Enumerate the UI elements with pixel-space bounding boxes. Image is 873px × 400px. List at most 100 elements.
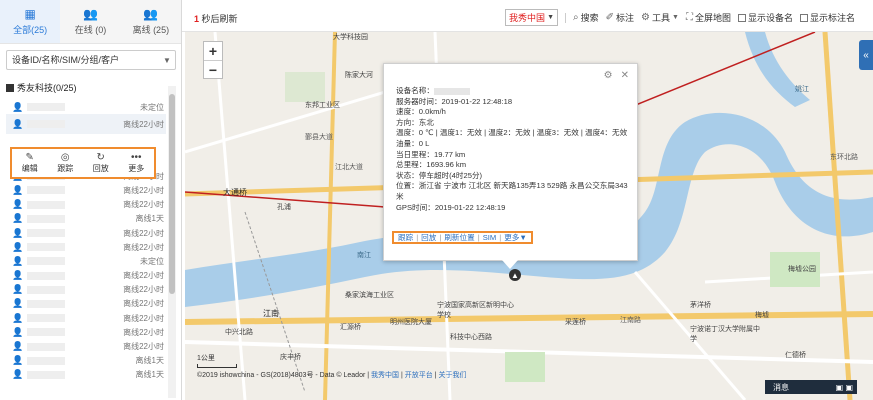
list-item[interactable]: 👤 离线22小时 — [6, 226, 166, 240]
mark-button[interactable]: ✐ 标注 — [606, 11, 634, 24]
zoom-in-button[interactable]: + — [204, 42, 222, 60]
list-item[interactable]: 👤 离线22小时 — [6, 269, 166, 283]
map-toolbar: 1 秒后刷新 我秀中国 ▼ ⌕ 搜索 ✐ 标注 ⚙ 工具 ▼ ⛶ 全屏地图 显示… — [182, 0, 873, 32]
show-device-name-checkbox[interactable]: 显示设备名 — [737, 11, 793, 24]
more-link[interactable]: 更多▼ — [504, 232, 527, 243]
map-label: 陈家大河 — [345, 72, 373, 79]
scrollbar-thumb[interactable] — [169, 94, 175, 294]
list-item[interactable]: 👤 离线22小时 — [6, 283, 166, 297]
fullscreen-label: 全屏地图 — [694, 13, 731, 23]
list-item[interactable]: 👤 离线1天 — [6, 368, 166, 382]
grid-icon: ▦ — [24, 7, 36, 21]
tab-offline[interactable]: 👥 离线 (25) — [121, 0, 181, 43]
edit-button[interactable]: ✎ 编辑 — [12, 149, 48, 177]
more-icon: ••• — [130, 152, 142, 163]
map-label: 明州医院大厦 — [390, 319, 432, 326]
map-label: 南江 — [357, 252, 371, 259]
list-item[interactable]: 👤 离线22小时 — [6, 183, 166, 197]
gear-icon[interactable]: ⚙ — [604, 70, 613, 81]
device-status: 离线22小时 — [123, 119, 164, 129]
device-name-blurred — [27, 120, 66, 129]
message-label: 消息 — [773, 382, 789, 392]
status-tabs: ▦ 全部(25) 👥 在线 (0) 👥 离线 (25) — [0, 0, 181, 44]
list-item[interactable]: 👤 未定位 — [6, 254, 166, 268]
map-label: 宁波国家高新区新明中心学校 — [437, 302, 514, 319]
list-item[interactable]: 👤 离线22小时 — [6, 311, 166, 325]
device-name-blurred — [27, 103, 66, 112]
device-name-blurred — [27, 200, 66, 209]
person-icon: 👤 — [12, 255, 24, 266]
track-button[interactable]: ◎ 跟踪 — [48, 149, 84, 177]
popup-gps-time: GPS时间：2019-01-22 12:48:19 — [396, 202, 506, 212]
device-status: 离线1天 — [135, 214, 164, 224]
device-status: 离线22小时 — [123, 299, 164, 309]
device-name-blurred — [27, 243, 66, 252]
list-item[interactable]: 👤 离线22小时 — [6, 240, 166, 254]
window-controls-icon[interactable]: ▣ ▣ — [836, 383, 853, 392]
tab-online[interactable]: 👥 在线 (0) — [60, 0, 120, 43]
replay-link[interactable]: 回放 — [421, 232, 436, 243]
list-item-selected[interactable]: 👤 离线22小时 — [6, 114, 166, 135]
device-name-blurred — [27, 328, 66, 337]
person-icon: 👤 — [12, 355, 24, 366]
list-item[interactable]: 👤 离线1天 — [6, 354, 166, 368]
device-name-blurred — [27, 285, 66, 294]
more-button[interactable]: ••• 更多 — [119, 149, 155, 177]
refresh-label: 秒后刷新 — [201, 14, 238, 24]
map-label: 桑家滨海工业区 — [345, 292, 394, 299]
collapse-icon[interactable] — [6, 83, 14, 92]
search-button[interactable]: ⌕ 搜索 — [573, 11, 599, 24]
map-label: 茅洋桥 — [690, 302, 711, 309]
map-label: 鄞县大道 — [305, 134, 333, 141]
list-item[interactable]: 👤 离线22小时 — [6, 325, 166, 339]
popup-day-mileage: 当日里程：19.77 km — [396, 149, 466, 159]
search-icon: ⌕ — [573, 12, 579, 23]
device-name-blurred — [433, 87, 470, 95]
replay-button[interactable]: ↻ 回放 — [83, 149, 119, 177]
device-search-input[interactable] — [7, 55, 159, 65]
zoom-out-button[interactable]: − — [204, 60, 222, 78]
person-icon: 👤 — [12, 118, 24, 129]
collapse-panel-button[interactable]: « — [859, 40, 873, 70]
list-item[interactable]: 👤 离线1天 — [6, 212, 166, 226]
copyright-link[interactable]: 关于我们 — [438, 372, 466, 379]
tools-button[interactable]: ⚙ 工具 ▼ — [641, 11, 679, 24]
device-status: 离线22小时 — [123, 313, 164, 323]
zoom-control: + − — [203, 41, 223, 79]
message-bar[interactable]: 消息 ▣ ▣ — [765, 380, 857, 394]
list-item[interactable]: 👤 离线22小时 — [6, 297, 166, 311]
more-label: 更多 — [128, 164, 145, 173]
list-item[interactable]: 👤 离线22小时 — [6, 198, 166, 212]
map-label: 宁波诺丁汉大学附属中学 — [690, 326, 760, 343]
list-scrollbar[interactable] — [168, 86, 176, 398]
device-name-blurred — [27, 186, 66, 195]
edit-icon: ✎ — [25, 152, 34, 163]
device-name-label: 设备名称： — [396, 86, 434, 95]
device-status: 离线1天 — [135, 356, 164, 366]
show-marker-name-checkbox[interactable]: 显示标注名 — [799, 11, 855, 24]
copyright-link[interactable]: 我秀中国 — [371, 372, 399, 379]
map-provider-select[interactable]: 我秀中国 ▼ — [505, 9, 558, 26]
fullscreen-button[interactable]: ⛶ 全屏地图 — [686, 11, 731, 24]
checkbox-box[interactable] — [737, 13, 746, 22]
mark-label: 标注 — [616, 13, 635, 23]
chevron-down-icon[interactable]: ▼ — [159, 56, 175, 65]
map-canvas[interactable]: + − « 大学科技园 陈家大河 东邦工业区 鄞县大道 孔浦 大通桥 南江 姚江… — [185, 32, 873, 400]
list-item[interactable]: 👤 未定位 — [6, 100, 166, 114]
device-search[interactable]: ▼ — [6, 50, 176, 70]
tab-all[interactable]: ▦ 全部(25) — [0, 0, 61, 43]
tab-offline-label: 离线 (25) — [132, 25, 170, 35]
group-header[interactable]: 秀友科技(0/25) — [6, 81, 77, 94]
close-icon[interactable]: ✕ — [621, 70, 629, 81]
edit-label: 编辑 — [21, 164, 38, 173]
device-name-blurred — [27, 314, 66, 323]
sim-link[interactable]: SIM — [483, 233, 497, 242]
refresh-location-link[interactable]: 刷新位置 — [444, 232, 474, 243]
list-item[interactable]: 👤 离线22小时 — [6, 339, 166, 353]
vehicle-marker[interactable]: ▲ — [509, 269, 521, 281]
checkbox-box[interactable] — [799, 13, 808, 22]
track-link[interactable]: 跟踪 — [398, 232, 413, 243]
map-label: 梅墟 — [755, 312, 769, 319]
copyright-link[interactable]: 开放平台 — [405, 372, 433, 379]
group-label: 秀友科技(0/25) — [17, 83, 77, 93]
